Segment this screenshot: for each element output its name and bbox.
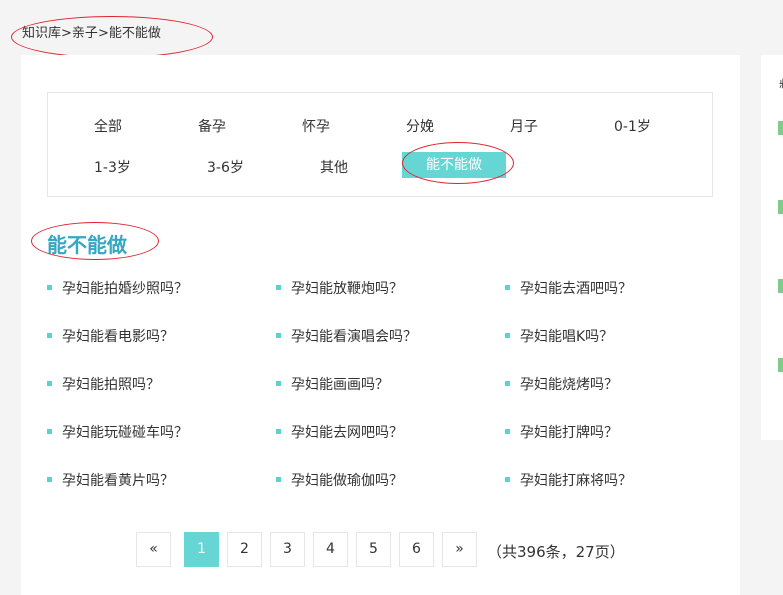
question-link[interactable]: 孕妇能看电影吗？ [47,326,174,346]
sidebar-marker [778,279,783,293]
category-age-1-3[interactable]: 1-3岁 [94,157,131,177]
pagination-page-3[interactable]: 3 [270,532,305,567]
category-filter [47,92,713,197]
category-age-3-6[interactable]: 3-6岁 [207,157,244,177]
question-link[interactable]: 孕妇能画画吗？ [276,374,389,394]
question-link[interactable]: 孕妇能打麻将吗？ [505,470,632,490]
category-confinement[interactable]: 月子 [510,116,538,136]
question-link[interactable]: 孕妇能烧烤吗？ [505,374,618,394]
pagination-page-4[interactable]: 4 [313,532,348,567]
pagination-page-2[interactable]: 2 [227,532,262,567]
category-childbirth[interactable]: 分娩 [406,116,434,136]
question-link[interactable]: 孕妇能打牌吗？ [505,422,618,442]
annotation-circle-active-tab [402,142,514,184]
category-all[interactable]: 全部 [94,116,122,136]
category-preconception[interactable]: 备孕 [198,116,226,136]
pagination-prev-button[interactable]: « [136,532,171,567]
sidebar-marker [778,200,783,214]
pagination-info: （共396条，27页） [487,543,625,561]
pagination-next-button[interactable]: » [442,532,477,567]
sidebar-marker [778,121,783,135]
question-link[interactable]: 孕妇能做瑜伽吗？ [276,470,403,490]
right-sidebar: 频 [761,55,783,440]
question-link[interactable]: 孕妇能放鞭炮吗？ [276,278,403,298]
annotation-circle-section-title [31,222,159,260]
question-link[interactable]: 孕妇能去网吧吗？ [276,422,403,442]
question-link[interactable]: 孕妇能拍婚纱照吗？ [47,278,188,298]
question-link[interactable]: 孕妇能看演唱会吗？ [276,326,417,346]
question-link[interactable]: 孕妇能去酒吧吗？ [505,278,632,298]
category-pregnancy[interactable]: 怀孕 [302,116,330,136]
sidebar-marker [778,358,783,372]
question-link[interactable]: 孕妇能拍照吗？ [47,374,160,394]
category-age-0-1[interactable]: 0-1岁 [614,116,651,136]
question-link[interactable]: 孕妇能玩碰碰车吗？ [47,422,188,442]
question-link[interactable]: 孕妇能唱K吗？ [504,326,613,346]
category-other[interactable]: 其他 [320,157,348,177]
annotation-circle-breadcrumb [11,16,213,58]
question-link[interactable]: 孕妇能看黄片吗？ [47,470,174,490]
pagination-page-6[interactable]: 6 [399,532,434,567]
pagination-page-5[interactable]: 5 [356,532,391,567]
sidebar-title-fragment: 频 [779,75,783,89]
pagination-page-1[interactable]: 1 [184,532,219,567]
